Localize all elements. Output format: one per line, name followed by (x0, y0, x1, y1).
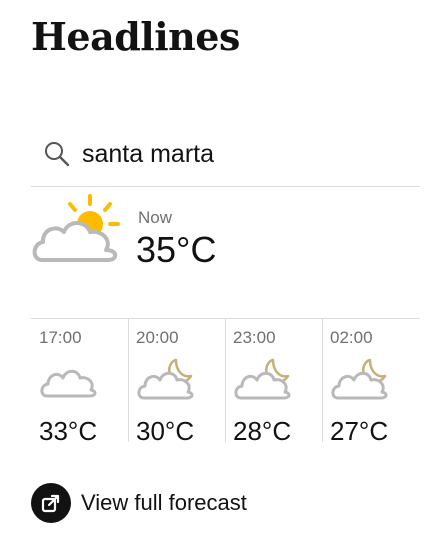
search-query[interactable]: santa marta (82, 140, 214, 169)
cloudy-icon (40, 369, 97, 398)
column-divider (322, 318, 323, 442)
current-temperature: 35°C (136, 229, 217, 270)
location-search[interactable]: santa marta (42, 136, 214, 172)
hour-item: 02:00 27°C (322, 318, 419, 446)
hour-item: 20:00 30°C (128, 318, 225, 446)
view-full-forecast-link[interactable]: View full forecast (31, 483, 247, 523)
hour-time: 17:00 (39, 328, 82, 347)
hour-temperature: 30°C (136, 416, 195, 446)
hourly-forecast: 17:00 33°C 20:00 30°C 23:00 28°C 02:00 2… (31, 318, 420, 446)
hour-item: 23:00 28°C (225, 318, 322, 446)
hour-time: 02:00 (330, 328, 373, 347)
now-label: Now (138, 208, 173, 227)
hour-temperature: 28°C (233, 416, 292, 446)
search-icon (45, 142, 70, 167)
cloudy-night-icon (234, 358, 291, 400)
hour-temperature: 27°C (330, 416, 389, 446)
partly-sunny-icon (32, 194, 120, 262)
view-full-forecast-label: View full forecast (81, 490, 247, 515)
hour-time: 23:00 (233, 328, 276, 347)
hour-time: 20:00 (136, 328, 179, 347)
column-divider (225, 318, 226, 442)
divider (31, 186, 420, 187)
cloudy-night-icon (137, 358, 194, 400)
page-title: Headlines (31, 14, 240, 59)
hour-item: 17:00 33°C (31, 318, 128, 446)
column-divider (128, 318, 129, 442)
external-link-icon (31, 483, 71, 523)
cloudy-night-icon (331, 358, 388, 400)
hour-temperature: 33°C (39, 416, 98, 446)
